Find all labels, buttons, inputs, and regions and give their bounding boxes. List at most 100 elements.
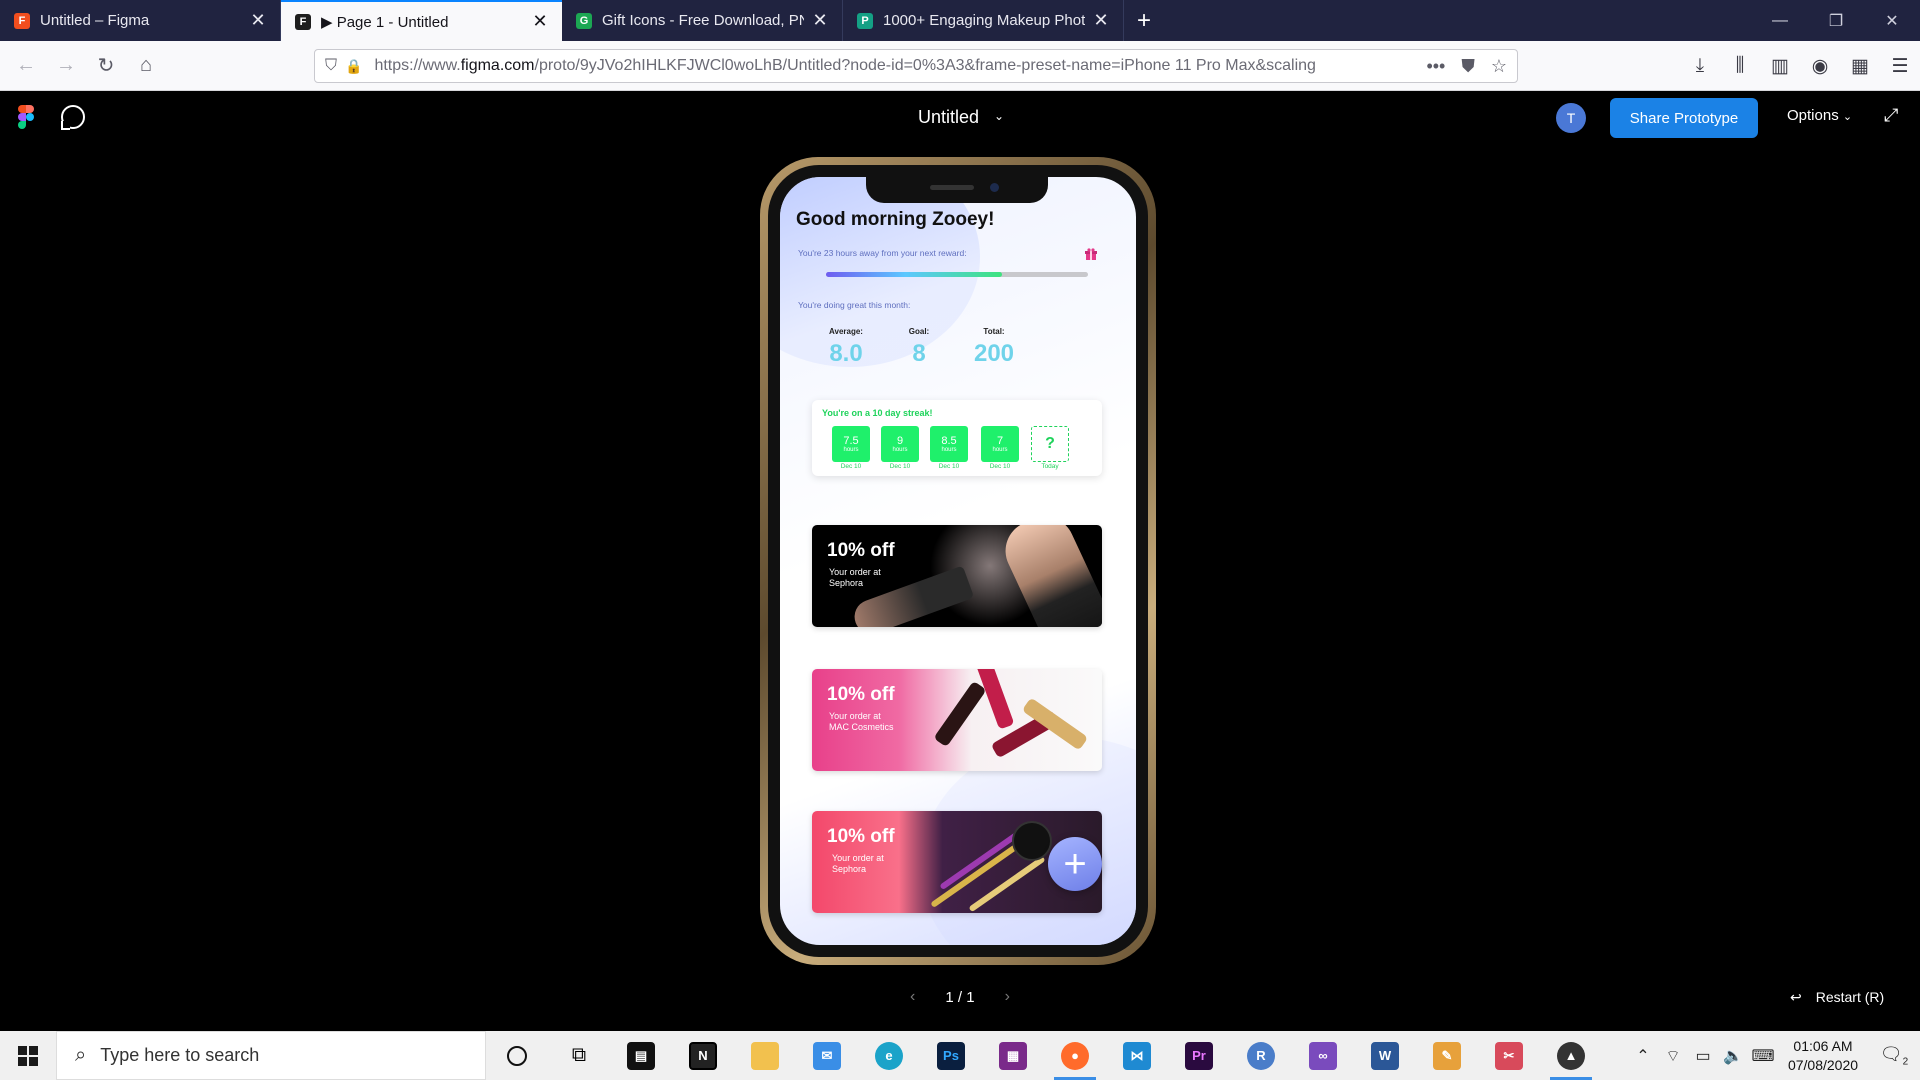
account-icon[interactable]: ◉ [1800,46,1840,86]
close-tab-icon[interactable]: ✕ [1091,10,1111,31]
toolbar-right: ⤓ ⫼ ▥ ◉ ▦ ☰ [1680,46,1920,86]
page-indicator: 1 / 1 [945,988,975,1006]
previous-frame-icon[interactable]: ‹ [910,988,915,1006]
cortana-icon[interactable] [486,1031,548,1080]
figma-header: Untitled ⌄ T Share Prototype Options ⌄ ⤢ [0,91,1920,143]
streak-day[interactable]: 7 hours Dec 10 [981,426,1019,470]
file-explorer-icon[interactable] [734,1031,796,1080]
day-date: Dec 10 [938,463,960,470]
tab-title: 1000+ Engaging Makeup Photo [883,12,1085,29]
firefox-icon[interactable]: ● [1044,1031,1106,1080]
start-button[interactable] [0,1031,56,1080]
new-tab-button[interactable]: + [1124,0,1164,41]
download-icon[interactable]: ⤓ [1680,46,1720,86]
options-label: Options [1787,107,1839,124]
edge-icon[interactable]: e [858,1031,920,1080]
lock-icon[interactable]: 🔒 [345,58,362,75]
reload-icon[interactable]: ↻ [86,46,126,86]
keyboard-icon[interactable]: ⌨ [1748,1046,1778,1066]
stat-label: Average: [829,327,863,336]
clock-date: 07/08/2020 [1787,1056,1859,1073]
battery-icon[interactable]: ▭ [1688,1046,1718,1066]
coupon-discount: 10% off [827,684,895,705]
visual-studio-icon[interactable]: ∞ [1292,1031,1354,1080]
notion-icon[interactable]: N [672,1031,734,1080]
windows-logo-icon [18,1045,38,1066]
clock[interactable]: 01:06 AM 07/08/2020 [1778,1037,1868,1075]
wifi-icon[interactable]: ⌔ [1658,1046,1688,1066]
chevron-down-icon[interactable]: ⌄ [994,109,1004,123]
progress-fill [826,272,1002,277]
photos-icon[interactable]: ▲ [1540,1031,1602,1080]
taskbar-search[interactable]: ⌕ Type here to search [56,1031,486,1080]
store-icon[interactable]: ▤ [610,1031,672,1080]
forward-icon[interactable]: → [46,46,86,86]
url-text[interactable]: https://www.figma.com/proto/9yJVo2hIHLKF… [374,57,1410,75]
tab-makeup-photos[interactable]: P 1000+ Engaging Makeup Photo ✕ [843,0,1124,41]
coupon-card-mac[interactable]: 10% off Your order at MAC Cosmetics [812,669,1102,771]
volume-icon[interactable]: 🔈 [1718,1046,1748,1066]
more-actions-icon[interactable]: ••• [1426,56,1445,77]
paint-icon[interactable]: ✎ [1416,1031,1478,1080]
premiere-icon[interactable]: Pr [1168,1031,1230,1080]
streak-day[interactable]: 8.5 hours Dec 10 [930,426,968,470]
close-tab-icon[interactable]: ✕ [810,10,830,31]
close-window-icon[interactable]: ✕ [1864,0,1920,41]
stat-total: Total: 200 [954,327,1034,368]
phone-notch [866,177,1048,203]
streak-card[interactable]: You're on a 10 day streak! 7.5 hours Dec … [812,400,1102,476]
makeup-pencil-image [930,839,1024,909]
figma-favicon-icon: F [295,13,311,30]
restart-button[interactable]: ↩ Restart (R) [1790,989,1884,1006]
winrar-icon[interactable]: ▦ [982,1031,1044,1080]
streak-day[interactable]: 7.5 hours Dec 10 [832,426,870,470]
file-title[interactable]: Untitled [918,107,979,128]
chevron-up-icon[interactable]: ⌃ [1628,1046,1658,1066]
coupon-card-sephora[interactable]: 10% off Your order at Sephora [812,525,1102,627]
word-icon[interactable]: W [1354,1031,1416,1080]
minimize-icon[interactable]: — [1752,0,1808,41]
comment-icon[interactable] [61,105,85,130]
add-button[interactable]: + [1048,837,1102,891]
day-date: Dec 10 [989,463,1011,470]
close-tab-icon[interactable]: ✕ [530,11,550,32]
pocket-icon[interactable]: ⛊ [1461,56,1475,77]
streak-day[interactable]: 9 hours Dec 10 [881,426,919,470]
next-frame-icon[interactable]: › [1005,988,1010,1006]
url-bar[interactable]: ⛉ 🔒 https://www.figma.com/proto/9yJVo2hI… [314,49,1518,83]
tab-gift-icons[interactable]: G Gift Icons - Free Download, PN ✕ [562,0,843,41]
home-icon[interactable]: ⌂ [126,46,166,86]
avatar[interactable]: T [1556,103,1586,133]
shield-icon[interactable]: ⛉ [325,57,337,75]
day-date: Dec 10 [889,463,911,470]
streak-day-today[interactable]: ? Today [1031,426,1069,470]
vscode-icon[interactable]: ⋈ [1106,1031,1168,1080]
back-icon[interactable]: ← [6,46,46,86]
iphone-frame: Good morning Zooey! You're 23 hours away… [760,157,1156,965]
task-view-icon[interactable]: ⧉ [548,1031,610,1080]
share-prototype-button[interactable]: Share Prototype [1610,98,1758,138]
makeup-pencil-image [968,855,1046,913]
extensions-icon[interactable]: ▦ [1840,46,1880,86]
options-menu[interactable]: Options ⌄ [1787,107,1852,124]
gift-icon[interactable] [1084,247,1098,261]
figma-logo-icon[interactable] [18,105,34,129]
snipping-tool-icon[interactable]: ✂ [1478,1031,1540,1080]
tab-figma-file[interactable]: F Untitled – Figma ✕ [0,0,281,41]
library-icon[interactable]: ⫼ [1720,46,1760,86]
plus-icon: + [1063,841,1087,886]
day-hours: 7.5 [843,435,859,447]
bookmark-star-icon[interactable]: ☆ [1491,56,1507,77]
tab-prototype[interactable]: F ▶ Page 1 - Untitled ✕ [281,0,562,41]
notification-icon[interactable]: 🗨2 [1868,1044,1920,1068]
fullscreen-icon[interactable]: ⤢ [1884,105,1898,126]
r-icon[interactable]: R [1230,1031,1292,1080]
photoshop-icon[interactable]: Ps [920,1031,982,1080]
speaker [930,185,974,190]
restore-icon[interactable]: ❐ [1808,0,1864,41]
stat-label: Total: [983,327,1005,336]
close-tab-icon[interactable]: ✕ [248,10,268,31]
sidebar-icon[interactable]: ▥ [1760,46,1800,86]
mail-icon[interactable]: ✉ [796,1031,858,1080]
menu-icon[interactable]: ☰ [1880,46,1920,86]
